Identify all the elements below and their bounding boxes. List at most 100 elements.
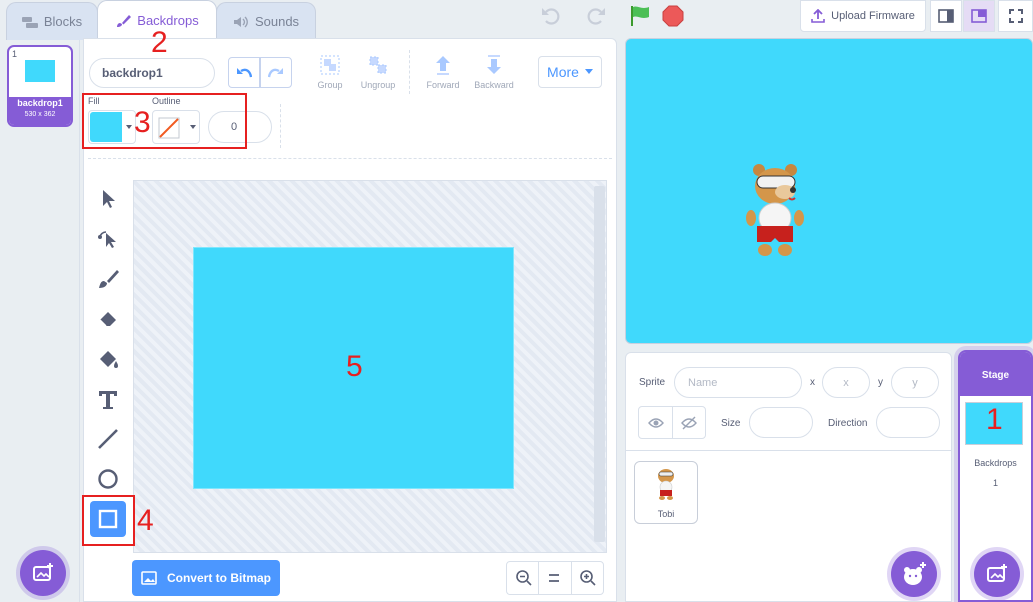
backdrop-name-input[interactable]: backdrop1 <box>89 58 215 88</box>
zoom-divider-2 <box>571 562 572 594</box>
backdrop-index: 1 <box>12 49 18 59</box>
paint-undo-icon <box>237 67 252 77</box>
annotation-1: 1 <box>986 403 1003 436</box>
tab-sounds[interactable]: Sounds <box>216 2 316 40</box>
backdrop-name: backdrop1 <box>17 98 63 108</box>
upload-firmware-button[interactable]: Upload Firmware <box>800 0 926 32</box>
add-image-icon <box>33 563 53 581</box>
ungroup-label: Ungroup <box>360 80 396 90</box>
text-icon <box>99 391 117 409</box>
choose-stage-backdrop-button[interactable] <box>974 551 1020 597</box>
fullscreen-icon <box>1008 9 1023 23</box>
blocks-icon <box>21 16 38 28</box>
paint-redo-button[interactable] <box>260 57 292 88</box>
sprite-label: Sprite <box>639 377 666 388</box>
brush-icon <box>117 14 132 27</box>
text-tool[interactable] <box>90 381 126 417</box>
small-stage-mode-button[interactable] <box>930 0 962 32</box>
annotation-box-4 <box>82 495 135 546</box>
annotation-4: 4 <box>137 504 154 537</box>
sprite-tile-tobi[interactable]: Tobi <box>634 461 698 524</box>
toolbar-bottom-divider <box>88 158 612 159</box>
eraser-tool[interactable] <box>90 301 126 337</box>
forward-label: Forward <box>426 80 460 90</box>
more-label: More <box>547 64 579 80</box>
backdrop-name-value: backdrop1 <box>102 66 163 80</box>
forward-button[interactable]: Forward <box>422 54 464 94</box>
line-tool[interactable] <box>90 421 126 457</box>
style-divider <box>280 104 281 148</box>
caret-down-icon <box>584 69 593 74</box>
backdrops-count: 1 <box>992 478 998 488</box>
group-icon <box>320 55 340 75</box>
stop-icon[interactable] <box>662 5 684 27</box>
toolbar-divider <box>409 50 410 94</box>
y-input[interactable]: y <box>891 367 939 398</box>
zoom-in-icon[interactable] <box>579 569 597 587</box>
fill-tool[interactable] <box>90 341 126 377</box>
show-sprite-button[interactable] <box>638 406 673 439</box>
ungroup-button[interactable]: Ungroup <box>358 54 398 94</box>
sprite-tile-name: Tobi <box>657 509 675 519</box>
zoom-reset-icon[interactable] <box>547 570 561 586</box>
annotation-box-3 <box>82 93 247 149</box>
zoom-divider-1 <box>538 562 539 594</box>
annotation-5: 5 <box>346 350 363 383</box>
brush-tool[interactable] <box>90 261 126 297</box>
hide-sprite-button[interactable] <box>672 406 706 439</box>
tobi-sprite-on-stage[interactable] <box>745 160 807 260</box>
paint-undo-button[interactable] <box>228 57 260 88</box>
green-flag-icon[interactable] <box>629 5 653 27</box>
direction-input[interactable] <box>876 407 940 438</box>
speaker-icon <box>233 16 248 27</box>
upload-icon <box>811 9 825 23</box>
convert-to-bitmap-label: Convert to Bitmap <box>166 571 271 585</box>
large-stage-icon <box>971 9 987 23</box>
add-backdrop-icon <box>987 564 1007 582</box>
group-label: Group <box>317 80 343 90</box>
paintbrush-icon <box>99 270 119 288</box>
tab-backdrops-label: Backdrops <box>137 13 199 28</box>
backward-icon <box>487 55 501 74</box>
zoom-out-icon[interactable] <box>515 569 533 587</box>
tab-blocks[interactable]: Blocks <box>6 2 98 40</box>
x-input[interactable]: x <box>822 367 870 398</box>
reshape-icon <box>98 231 116 248</box>
backdrop-size: 530 x 362 <box>24 111 56 118</box>
annotation-3: 3 <box>134 106 151 139</box>
large-stage-mode-button[interactable] <box>963 0 995 32</box>
upload-firmware-label: Upload Firmware <box>831 10 915 22</box>
y-label: y <box>878 377 883 388</box>
circle-tool[interactable] <box>90 461 126 497</box>
eye-icon <box>647 417 664 428</box>
annotation-2: 2 <box>151 26 168 59</box>
eye-slash-icon <box>681 416 697 429</box>
sprite-name-input[interactable]: Name <box>674 367 802 398</box>
canvas-scrollbar[interactable] <box>594 186 605 542</box>
undo-disabled-icon[interactable] <box>540 6 562 26</box>
bitmap-image-icon <box>141 571 157 585</box>
select-tool[interactable] <box>90 181 126 217</box>
group-button[interactable]: Group <box>312 54 348 94</box>
direction-label: Direction <box>828 418 868 429</box>
size-label: Size <box>721 418 741 429</box>
backward-button[interactable]: Backward <box>470 54 518 94</box>
stage-title: Stage <box>981 370 1010 381</box>
choose-sprite-button[interactable] <box>891 551 937 597</box>
reshape-tool[interactable] <box>90 221 126 257</box>
convert-to-bitmap-button[interactable]: Convert to Bitmap <box>132 560 280 596</box>
size-input[interactable] <box>749 407 813 438</box>
ungroup-icon <box>369 56 387 74</box>
redo-disabled-icon[interactable] <box>585 6 607 26</box>
x-label: x <box>810 377 815 388</box>
line-icon <box>98 429 118 449</box>
fullscreen-button[interactable] <box>998 0 1033 32</box>
backdrop-thumb-selected[interactable]: 1 backdrop1 530 x 362 <box>7 45 73 127</box>
tab-blocks-label: Blocks <box>43 14 83 29</box>
stage[interactable] <box>625 38 1033 344</box>
tobi-thumbnail <box>658 469 674 500</box>
more-dropdown-button[interactable]: More <box>538 56 602 88</box>
backdrop-thumbnail-image <box>25 60 55 82</box>
backdrops-label: Backdrops <box>974 458 1017 468</box>
choose-backdrop-button[interactable] <box>20 550 66 596</box>
